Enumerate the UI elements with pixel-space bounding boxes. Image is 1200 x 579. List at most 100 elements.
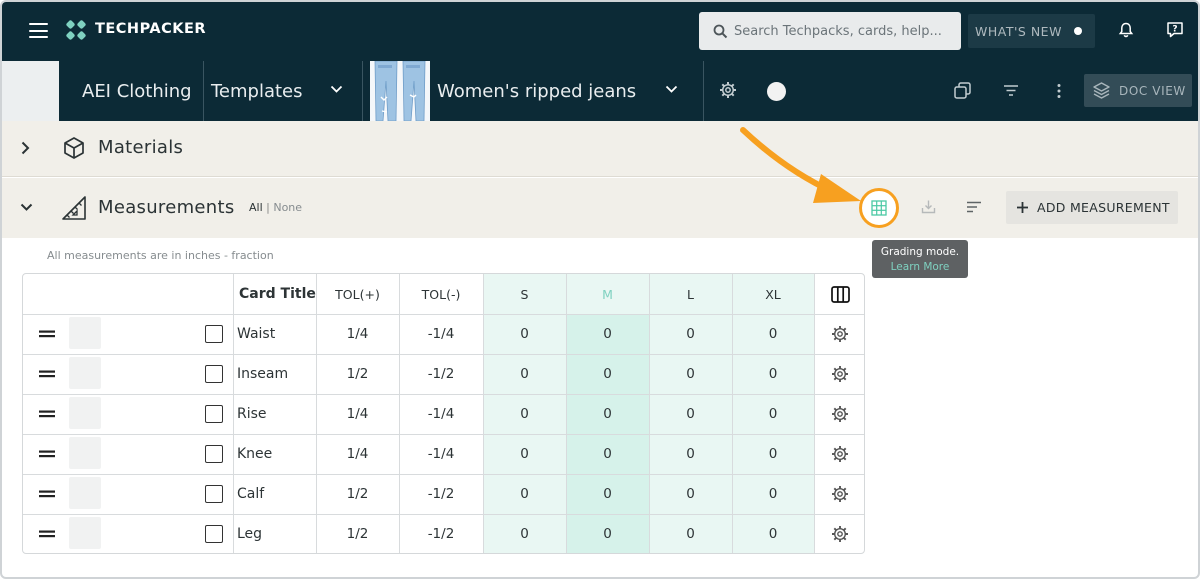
help-icon[interactable]: ? bbox=[1166, 21, 1184, 39]
cell-l[interactable]: 0 bbox=[649, 434, 732, 474]
cell-s[interactable]: 0 bbox=[483, 434, 566, 474]
filter-icon[interactable] bbox=[1003, 84, 1019, 97]
cell-tol-minus[interactable]: -1/2 bbox=[399, 474, 483, 514]
cell-s[interactable]: 0 bbox=[483, 474, 566, 514]
cell-m[interactable]: 0 bbox=[566, 394, 649, 434]
header-size-m[interactable]: M bbox=[566, 274, 649, 314]
cell-m[interactable]: 0 bbox=[566, 514, 649, 553]
breadcrumb-company[interactable]: AEI Clothing bbox=[82, 61, 192, 121]
cell-title: Calf bbox=[237, 486, 265, 502]
cell-l[interactable]: 0 bbox=[649, 354, 732, 394]
search-icon bbox=[713, 24, 728, 38]
cell-l[interactable]: 0 bbox=[649, 514, 732, 553]
row-settings-gear-icon[interactable] bbox=[814, 434, 864, 474]
cell-title: Inseam bbox=[237, 366, 289, 382]
row-settings-gear-icon[interactable] bbox=[814, 514, 864, 553]
filter-none-link[interactable]: None bbox=[273, 201, 302, 214]
header-tol-plus: TOL(+) bbox=[335, 286, 380, 302]
cell-l[interactable]: 0 bbox=[649, 314, 732, 354]
chevron-down-icon[interactable] bbox=[20, 203, 33, 212]
cell-l[interactable]: 0 bbox=[649, 394, 732, 434]
row-image-placeholder[interactable] bbox=[69, 397, 101, 429]
filter-links: All | None bbox=[249, 201, 302, 214]
row-settings-gear-icon[interactable] bbox=[814, 354, 864, 394]
checkbox-icon[interactable] bbox=[205, 445, 223, 463]
cell-tol-plus[interactable]: 1/2 bbox=[316, 514, 399, 553]
cell-s[interactable]: 0 bbox=[483, 314, 566, 354]
cell-tol-plus[interactable]: 1/2 bbox=[316, 354, 399, 394]
row-settings-gear-icon[interactable] bbox=[814, 394, 864, 434]
checkbox-icon[interactable] bbox=[205, 325, 223, 343]
sort-icon[interactable] bbox=[966, 201, 982, 213]
add-measurement-button[interactable]: ADD MEASUREMENT bbox=[1006, 191, 1178, 224]
download-icon[interactable] bbox=[921, 199, 936, 214]
checkbox-icon[interactable] bbox=[205, 405, 223, 423]
header-size-s[interactable]: S bbox=[483, 274, 566, 314]
checkbox-icon[interactable] bbox=[205, 485, 223, 503]
techpacker-logo-icon[interactable] bbox=[66, 19, 86, 41]
cell-m[interactable]: 0 bbox=[566, 354, 649, 394]
row-image-placeholder[interactable] bbox=[69, 437, 101, 469]
cell-xl[interactable]: 0 bbox=[732, 354, 814, 394]
cell-m[interactable]: 0 bbox=[566, 314, 649, 354]
cell-s[interactable]: 0 bbox=[483, 394, 566, 434]
whats-new-button[interactable]: WHAT'S NEW bbox=[968, 14, 1095, 48]
columns-icon[interactable] bbox=[814, 274, 864, 314]
chevron-down-icon[interactable] bbox=[665, 85, 678, 94]
cell-m[interactable]: 0 bbox=[566, 434, 649, 474]
cell-xl[interactable]: 0 bbox=[732, 434, 814, 474]
gear-icon[interactable] bbox=[719, 81, 737, 99]
drag-handle-icon[interactable] bbox=[37, 354, 57, 394]
cell-s[interactable]: 0 bbox=[483, 354, 566, 394]
checkbox-icon[interactable] bbox=[205, 365, 223, 383]
chevron-right-icon[interactable] bbox=[21, 141, 30, 155]
cell-l[interactable]: 0 bbox=[649, 474, 732, 514]
materials-section[interactable]: Materials bbox=[2, 121, 1198, 177]
row-image-placeholder[interactable] bbox=[69, 477, 101, 509]
row-settings-gear-icon[interactable] bbox=[814, 474, 864, 514]
cell-tol-minus[interactable]: -1/4 bbox=[399, 314, 483, 354]
checkbox-icon[interactable] bbox=[205, 525, 223, 543]
filter-all-link[interactable]: All bbox=[249, 201, 263, 214]
cell-xl[interactable]: 0 bbox=[732, 314, 814, 354]
cell-tol-plus[interactable]: 1/4 bbox=[316, 434, 399, 474]
product-thumbnail[interactable] bbox=[370, 60, 430, 122]
cell-tol-minus[interactable]: -1/4 bbox=[399, 434, 483, 474]
drag-handle-icon[interactable] bbox=[37, 514, 57, 553]
cell-tol-plus[interactable]: 1/2 bbox=[316, 474, 399, 514]
drag-handle-icon[interactable] bbox=[37, 394, 57, 434]
cell-tol-minus[interactable]: -1/4 bbox=[399, 394, 483, 434]
cell-tol-minus[interactable]: -1/2 bbox=[399, 514, 483, 553]
learn-more-link[interactable]: Learn More bbox=[872, 260, 968, 275]
breadcrumb-folder[interactable]: Templates bbox=[211, 61, 303, 121]
drag-handle-icon[interactable] bbox=[37, 314, 57, 354]
copy-icon[interactable] bbox=[953, 81, 972, 100]
divider bbox=[362, 61, 363, 121]
doc-view-button[interactable]: DOC VIEW bbox=[1084, 74, 1192, 107]
cube-icon bbox=[64, 137, 84, 159]
chevron-down-icon[interactable] bbox=[330, 85, 343, 94]
row-image-placeholder[interactable] bbox=[69, 317, 101, 349]
header-size-l[interactable]: L bbox=[649, 274, 732, 314]
search-input[interactable]: Search Techpacks, cards, help... bbox=[699, 12, 961, 50]
cell-xl[interactable]: 0 bbox=[732, 394, 814, 434]
row-image-placeholder[interactable] bbox=[69, 517, 101, 549]
row-image-placeholder[interactable] bbox=[69, 357, 101, 389]
drag-handle-icon[interactable] bbox=[37, 474, 57, 514]
header-size-xl[interactable]: XL bbox=[732, 274, 814, 314]
cell-m[interactable]: 0 bbox=[566, 474, 649, 514]
status-circle-icon[interactable] bbox=[767, 82, 786, 101]
cell-tol-minus[interactable]: -1/2 bbox=[399, 354, 483, 394]
row-settings-gear-icon[interactable] bbox=[814, 314, 864, 354]
breadcrumb-product[interactable]: Women's ripped jeans bbox=[437, 61, 636, 121]
menu-icon[interactable] bbox=[29, 23, 48, 38]
more-vert-icon[interactable] bbox=[1056, 83, 1062, 99]
bell-icon[interactable] bbox=[1117, 21, 1135, 39]
cell-xl[interactable]: 0 bbox=[732, 474, 814, 514]
cell-tol-plus[interactable]: 1/4 bbox=[316, 314, 399, 354]
cell-xl[interactable]: 0 bbox=[732, 514, 814, 553]
grid-icon bbox=[871, 200, 887, 216]
cell-s[interactable]: 0 bbox=[483, 514, 566, 553]
cell-tol-plus[interactable]: 1/4 bbox=[316, 394, 399, 434]
drag-handle-icon[interactable] bbox=[37, 434, 57, 474]
